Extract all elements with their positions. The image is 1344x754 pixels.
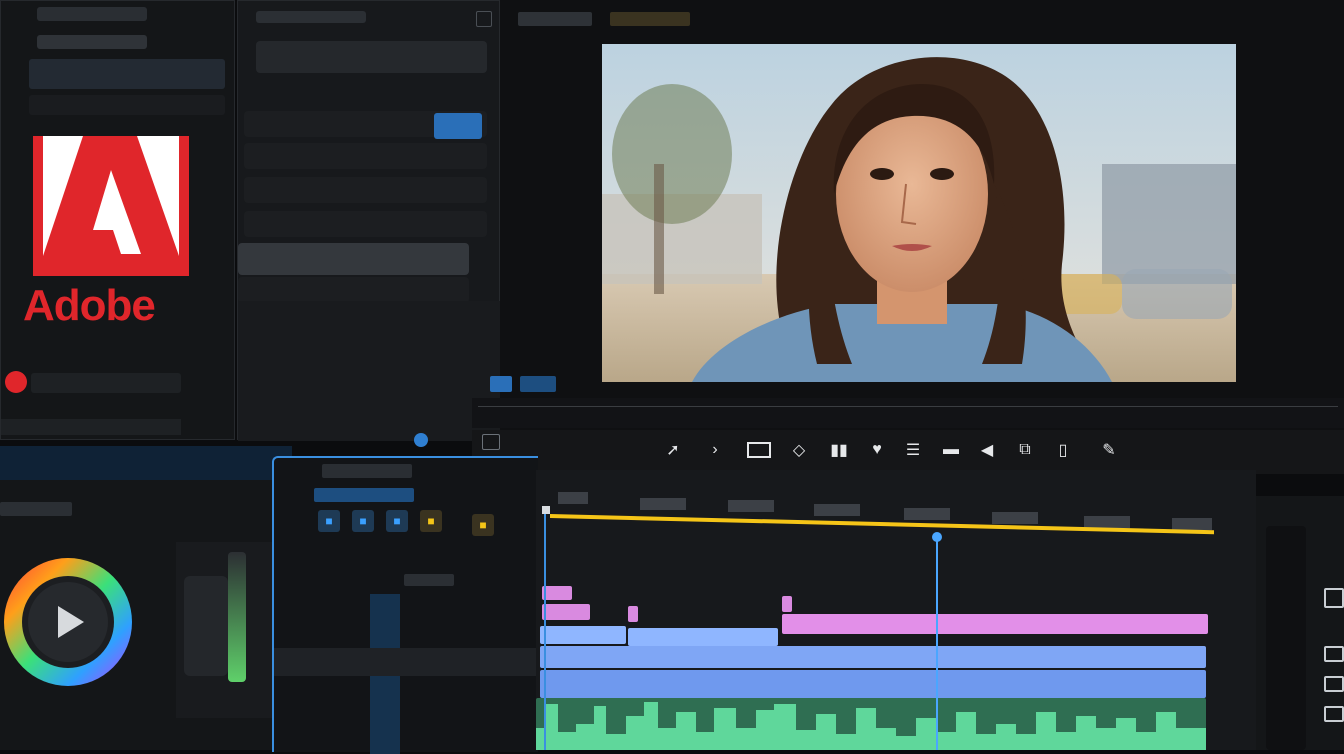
color-panel-tabs (0, 446, 292, 480)
ruler-label (558, 492, 588, 504)
clip-pink-small[interactable] (542, 604, 590, 620)
left-footer-bar (31, 373, 181, 393)
expand-icon[interactable] (476, 11, 492, 27)
track-btn-3-icon[interactable]: ■ (386, 510, 408, 532)
rectangle-icon[interactable] (744, 438, 774, 462)
effects-row-selected[interactable] (256, 41, 487, 73)
effects-row[interactable] (244, 81, 487, 107)
track-header-label (404, 574, 454, 586)
transport-toolbar: ➚ › ◇ ▮▮ ♥ ☰ ▬ ◀ ⧉ ▯ ✎ (472, 430, 1344, 474)
record-button[interactable] (5, 371, 27, 393)
effects-row[interactable] (244, 143, 487, 169)
bars-icon[interactable]: ▮▮ (824, 438, 854, 462)
effects-row[interactable] (238, 277, 469, 303)
track-row-selected[interactable] (274, 648, 538, 676)
effects-bottom-bar (238, 301, 501, 441)
marker-icon[interactable] (482, 434, 500, 450)
left-status-bar (1, 419, 181, 435)
rewind-icon[interactable]: ◀ (972, 438, 1002, 462)
monitor-scrub-ruler[interactable] (472, 398, 1344, 428)
clip-pink-long[interactable] (782, 614, 1208, 634)
monitor-tab-2[interactable] (610, 12, 690, 26)
luma-slider-fill (228, 552, 246, 682)
ruler-label (992, 512, 1038, 524)
timeline (536, 470, 1256, 750)
program-monitor (490, 0, 1344, 440)
monitor-zoom-control[interactable] (520, 376, 556, 392)
luma-slider[interactable] (176, 542, 272, 718)
timeline-track-headers: ■ ■ ■ ■ ■ (272, 456, 538, 754)
ruler-label (904, 508, 950, 520)
ruler-label (1084, 516, 1130, 528)
track-btn-4-icon[interactable]: ■ (420, 510, 442, 532)
clip-pink-small[interactable] (542, 586, 572, 600)
effects-panel-header (256, 11, 366, 23)
sequence-name[interactable] (314, 488, 414, 502)
track-btn-5-icon[interactable]: ■ (472, 514, 494, 536)
effects-row[interactable] (244, 211, 487, 237)
adobe-wordmark: Adobe (23, 281, 156, 330)
tool-square-icon[interactable] (1324, 646, 1344, 662)
clip-blue-4[interactable] (540, 670, 1206, 698)
tool-square-icon[interactable] (1324, 706, 1344, 722)
left-panel: Adobe (0, 0, 235, 440)
ruler-label (814, 504, 860, 516)
clip-pink-marker[interactable] (782, 596, 792, 612)
shape-icon[interactable]: ◇ (784, 438, 814, 462)
tool-square-icon[interactable] (1324, 676, 1344, 692)
selection-tool-icon[interactable]: ➚ (658, 438, 688, 462)
ruler-label (728, 500, 774, 512)
video-frame[interactable] (602, 44, 1236, 382)
list-icon[interactable]: ☰ (898, 438, 928, 462)
monitor-tab-1[interactable] (518, 12, 592, 26)
clip-blue-1[interactable] (540, 626, 626, 644)
tool-square-icon[interactable] (1324, 588, 1344, 608)
audio-track-a1[interactable] (536, 698, 1206, 750)
clip-pink-marker[interactable] (628, 606, 638, 622)
sequence-tab[interactable] (322, 464, 412, 478)
timeline-start-marker[interactable] (542, 506, 550, 514)
track-btn-2-icon[interactable]: ■ (352, 510, 374, 532)
left-panel-header (37, 7, 147, 21)
page-icon[interactable]: ▯ (1048, 438, 1078, 462)
clip-blue-2[interactable] (628, 628, 778, 646)
pen-icon[interactable]: ✎ (1094, 438, 1124, 462)
playhead-line[interactable] (936, 536, 938, 750)
monitor-fit-control[interactable] (490, 376, 512, 392)
adobe-logo (33, 136, 189, 276)
left-panel-row[interactable] (29, 95, 225, 115)
forward-icon[interactable]: › (700, 438, 730, 462)
right-tools-strip (1256, 496, 1344, 750)
effects-row[interactable] (244, 177, 487, 203)
scrub-track (478, 406, 1338, 425)
clipboard-icon[interactable]: ⧉ (1010, 438, 1040, 462)
effects-badge[interactable] (434, 113, 482, 139)
toggle-icon[interactable] (414, 433, 428, 447)
heart-icon[interactable]: ♥ (862, 438, 892, 462)
left-panel-selected-row[interactable] (29, 59, 225, 89)
flag-icon[interactable]: ▬ (936, 438, 966, 462)
color-panel-title (0, 502, 72, 516)
ruler-label (640, 498, 686, 510)
effects-panel (237, 0, 501, 447)
luma-slider-track (184, 576, 228, 676)
ruler-label (1172, 518, 1212, 530)
track-btn-1-icon[interactable]: ■ (318, 510, 340, 532)
effects-row-highlight[interactable] (238, 243, 469, 275)
color-wheel[interactable] (0, 546, 138, 700)
left-panel-title (37, 35, 147, 49)
scrollbar[interactable] (1266, 526, 1306, 750)
clip-blue-3[interactable] (540, 646, 1206, 668)
color-panel (0, 446, 292, 750)
timeline-in-line (544, 514, 546, 750)
monitor-tabs (518, 8, 718, 30)
